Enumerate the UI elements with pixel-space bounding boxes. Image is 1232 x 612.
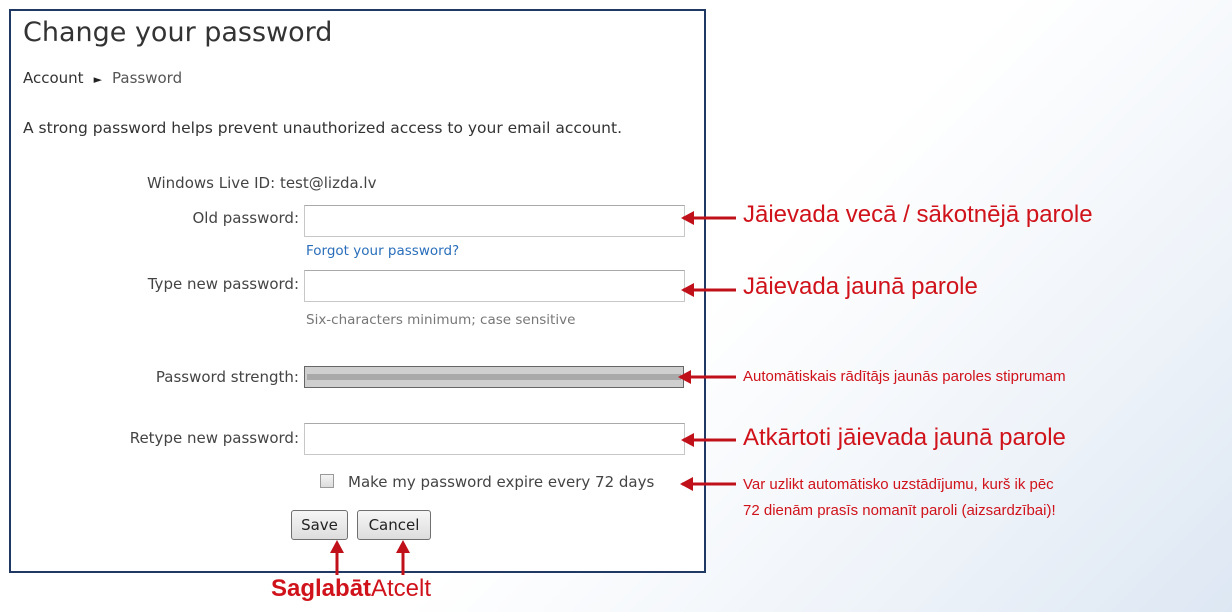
annotation-new-password: Jāievada jaunā parole — [743, 273, 978, 300]
annotation-old-password: Jāievada vecā / sākotnējā parole — [743, 201, 1093, 228]
old-password-arrowhead-icon — [681, 211, 694, 225]
strength-arrowhead-icon — [678, 370, 691, 384]
annotation-strength: Automātiskais rādītājs jaunās paroles st… — [743, 368, 1066, 385]
new-password-arrowhead-icon — [681, 283, 694, 297]
annotation-cancel: Atcelt — [371, 575, 432, 602]
expire-arrowhead-icon — [680, 477, 693, 491]
cancel-arrowhead-icon — [396, 540, 410, 553]
annotation-retype-password: Atkārtoti jāievada jaunā parole — [743, 424, 1066, 451]
annotation-expire-line1: Var uzlikt automātisko uzstādījumu, kurš… — [743, 476, 1054, 493]
save-arrowhead-icon — [330, 540, 344, 553]
retype-password-arrowhead-icon — [681, 433, 694, 447]
annotation-expire-line2: 72 dienām prasīs nomanīt paroli (aizsard… — [743, 502, 1056, 519]
annotation-save: Saglabāt — [271, 575, 372, 602]
